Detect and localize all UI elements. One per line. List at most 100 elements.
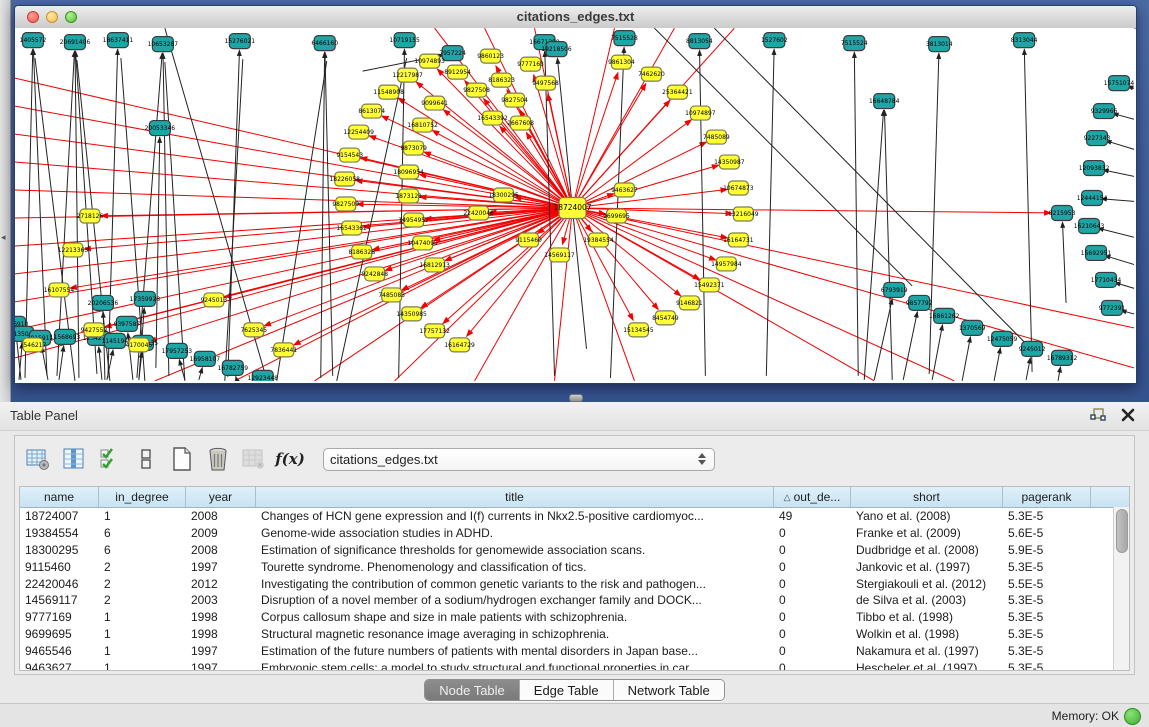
table-cell[interactable]: 1997	[186, 644, 256, 658]
table-cell[interactable]: de Silva et al. (2003)	[851, 593, 1003, 607]
table-cell[interactable]: 0	[774, 627, 851, 641]
table-cell[interactable]: 2	[99, 560, 186, 574]
table-cell[interactable]: 1	[99, 661, 186, 671]
citation-edge-red[interactable]	[573, 189, 728, 208]
citation-edge-black[interactable]	[854, 52, 858, 376]
table-cell[interactable]: 2	[99, 593, 186, 607]
citation-edge-black[interactable]	[994, 348, 1000, 381]
table-cell[interactable]: 2009	[186, 526, 256, 540]
table-cell[interactable]: 6	[99, 543, 186, 557]
citation-edge-black[interactable]	[932, 325, 942, 380]
table-cell[interactable]: Tibbo et al. (1998)	[851, 610, 1003, 624]
table-cell[interactable]: 0	[774, 577, 851, 591]
citation-edge-black[interactable]	[1105, 256, 1134, 267]
citation-edge-black[interactable]	[903, 312, 917, 380]
table-cell[interactable]: 14569117	[20, 593, 99, 607]
table-row[interactable]: 969969511998Structural magnetic resonanc…	[20, 626, 1129, 643]
citation-edge-black[interactable]	[1106, 141, 1134, 152]
scrollbar-thumb[interactable]	[1116, 509, 1128, 553]
table-cell[interactable]: 1	[99, 644, 186, 658]
table-cell[interactable]: 9115460	[20, 560, 99, 574]
table-row[interactable]: 1830029562008Estimation of significance …	[20, 542, 1129, 559]
column-header-short[interactable]: short	[851, 487, 1003, 507]
splitter-grip[interactable]	[569, 394, 583, 402]
table-cell[interactable]: 2003	[186, 593, 256, 607]
row-height-icon[interactable]	[131, 444, 161, 474]
float-window-icon[interactable]	[1089, 407, 1107, 423]
table-cell[interactable]: 5.6E-5	[1003, 526, 1091, 540]
citation-edge-black[interactable]	[57, 51, 75, 376]
table-cell[interactable]: 0	[774, 610, 851, 624]
tab-edge-table[interactable]: Edge Table	[520, 680, 614, 700]
citation-edge-black[interactable]	[156, 137, 160, 368]
citation-edge-black[interactable]	[714, 28, 1028, 346]
citation-edge-red[interactable]	[573, 208, 1134, 368]
citation-edge-black[interactable]	[42, 347, 48, 380]
delete-rows-icon[interactable]	[203, 444, 233, 474]
column-header-pagerank[interactable]: pagerank	[1003, 487, 1091, 507]
table-cell[interactable]: Changes of HCN gene expression and I(f) …	[256, 509, 774, 523]
citation-edge-black[interactable]	[1024, 49, 1032, 372]
close-icon[interactable]	[1121, 408, 1135, 422]
table-row[interactable]: 977716911998Corpus callosum shape and si…	[20, 609, 1129, 626]
collapsed-control-panel[interactable]: ◂	[0, 0, 11, 402]
table-selector-dropdown[interactable]: citations_edges.txt	[323, 448, 715, 471]
citation-edge-black[interactable]	[1026, 358, 1030, 380]
table-row[interactable]: 946362711997Embryonic stem cells: a mode…	[20, 659, 1129, 671]
table-cell[interactable]: 0	[774, 526, 851, 540]
table-cell[interactable]: 9465546	[20, 644, 99, 658]
column-header-out_de[interactable]: △out_de...	[774, 487, 851, 507]
table-cell[interactable]: 0	[774, 644, 851, 658]
table-cell[interactable]: 1997	[186, 661, 256, 671]
citation-edge-black[interactable]	[199, 368, 203, 380]
table-cell[interactable]: 1998	[186, 610, 256, 624]
table-cell[interactable]: 9463627	[20, 661, 99, 671]
table-cell[interactable]: 0	[774, 593, 851, 607]
table-cell[interactable]: 49	[774, 509, 851, 523]
table-cell[interactable]: 1997	[186, 560, 256, 574]
table-cell[interactable]: Dudbridge et al. (2008)	[851, 543, 1003, 557]
citation-edge-black[interactable]	[962, 337, 970, 381]
column-header-year[interactable]: year	[186, 487, 256, 507]
citation-edge-black[interactable]	[874, 299, 892, 380]
network-window-titlebar[interactable]: citations_edges.txt	[15, 6, 1136, 29]
table-cell[interactable]: 22420046	[20, 577, 99, 591]
citation-edge-black[interactable]	[884, 110, 892, 380]
table-cell[interactable]: 5.9E-5	[1003, 543, 1091, 557]
table-cell[interactable]: 5.3E-5	[1003, 509, 1091, 523]
table-row[interactable]: 946554611997Estimation of the future num…	[20, 642, 1129, 659]
table-cell[interactable]: 2	[99, 577, 186, 591]
table-cell[interactable]: 0	[774, 543, 851, 557]
tab-node-table[interactable]: Node Table	[425, 680, 520, 700]
citation-edge-black[interactable]	[1062, 222, 1066, 303]
table-cell[interactable]: 9699695	[20, 627, 99, 641]
table-cell[interactable]: 5.3E-5	[1003, 661, 1091, 671]
table-cell[interactable]: Nakamura et al. (1997)	[851, 644, 1003, 658]
table-row[interactable]: 911546021997Tourette syndrome. Phenomeno…	[20, 558, 1129, 575]
citation-edge-black[interactable]	[929, 53, 939, 374]
table-cell[interactable]: 2012	[186, 577, 256, 591]
table-cell[interactable]: Jankovic et al. (1997)	[851, 560, 1003, 574]
table-cell[interactable]: Hescheler et al. (1997)	[851, 661, 1003, 671]
table-cell[interactable]: 9777169	[20, 610, 99, 624]
table-cell[interactable]: 5.3E-5	[1003, 593, 1091, 607]
column-header-name[interactable]: name	[20, 487, 99, 507]
citation-edge-red[interactable]	[15, 162, 573, 208]
table-cell[interactable]: Investigating the contribution of common…	[256, 577, 774, 591]
table-cell[interactable]: Embryonic stem cells: a model to study s…	[256, 661, 774, 671]
network-graph[interactable]: 1405572206914061863741110653287152760216…	[15, 28, 1134, 381]
table-cell[interactable]: 5.3E-5	[1003, 644, 1091, 658]
table-cell[interactable]: Disruption of a novel member of a sodium…	[256, 593, 774, 607]
table-cell[interactable]: 19384554	[20, 526, 99, 540]
citation-edge-black[interactable]	[766, 49, 774, 376]
table-cell[interactable]: Genome-wide association studies in ADHD.	[256, 526, 774, 540]
show-columns-icon[interactable]	[59, 444, 89, 474]
table-cell[interactable]: Estimation of significance thresholds fo…	[256, 543, 774, 557]
table-cell[interactable]: 0	[774, 560, 851, 574]
citation-edge-black[interactable]	[121, 58, 145, 381]
table-row[interactable]: 1456911722003Disruption of a novel membe…	[20, 592, 1129, 609]
table-cell[interactable]: 2008	[186, 509, 256, 523]
citation-edge-red[interactable]	[555, 208, 573, 381]
citation-edge-black[interactable]	[1058, 367, 1060, 381]
table-settings-icon[interactable]	[23, 444, 53, 474]
